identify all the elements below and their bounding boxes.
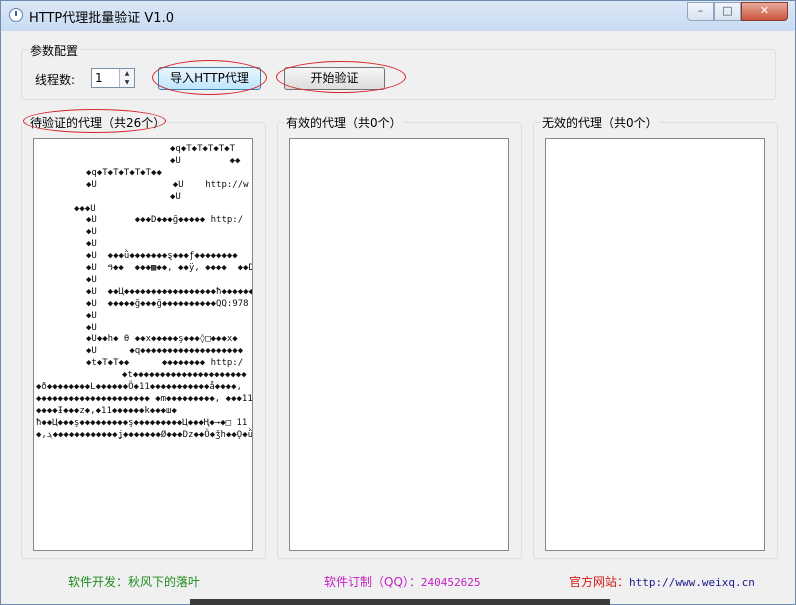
site-label: 官方网站： [569, 575, 630, 589]
developer-text: 软件开发：秋风下的落叶 [68, 575, 201, 589]
minimize-button[interactable]: – [687, 2, 714, 21]
pending-proxy-line[interactable]: ◆U ◆◆Ц◆◆◆◆◆◆◆◆◆◆◆◆◆◆◆◆◆ħ◆◆◆◆◆◆ [86, 286, 252, 298]
pending-proxy-line[interactable]: ◆q◆T◆T◆T◆T◆T◆◆ [86, 167, 162, 179]
main-content: 参数配置 线程数: 1 ▲ ▼ 导入HTTP代理 开始验证 待验证的代理（共26… [7, 31, 788, 597]
taskbar-edge [190, 599, 610, 605]
import-proxy-button[interactable]: 导入HTTP代理 [158, 67, 261, 90]
window-title: HTTP代理批量验证 V1.0 [29, 11, 174, 26]
pending-title: 待验证的代理（共26个） [28, 114, 168, 131]
close-button[interactable]: ✕ [741, 2, 788, 21]
pending-proxy-line[interactable]: ◆◆◆◆◆◆◆◆◆◆◆◆◆◆◆◆◆◆◆◆◆ ◆m◆◆◆◆◆◆◆◆◆, ◆◆◆11… [36, 393, 252, 405]
pending-proxy-line[interactable]: ◆U ◆t◆T◆T◆T◆T◆T [170, 191, 252, 203]
spin-down-icon[interactable]: ▼ [119, 78, 134, 87]
pending-proxy-line[interactable]: ◆t◆◆◆◆◆◆◆◆◆◆◆◆◆◆◆◆◆◆◆◆◆ [122, 369, 247, 381]
pending-proxy-line[interactable]: ◆U [86, 238, 97, 250]
title-bar[interactable]: HTTP代理批量验证 V1.0 – □ ✕ [1, 1, 795, 31]
pending-proxy-line[interactable]: ◆ð◆◆◆◆◆◆◆◆L◆◆◆◆◆◆Ö◆11◆◆◆◆◆◆◆◆◆◆◆å◆◆◆◆, [36, 381, 242, 393]
pending-proxy-line[interactable]: ◆U ◆q◆◆◆◆◆◆◆◆◆◆◆◆◆◆◆◆◆◆◆ [86, 345, 243, 357]
pending-proxy-line[interactable]: ◆U ዓ◆◆ ◆◆◆▩◆◆, ◆◆ÿ, ◆◆◆◆ ◆◆D [86, 262, 252, 274]
pending-proxy-line[interactable]: ◆U ◆◆◆D◆◆◆ğ◆◆◆◆◆ http:/ [86, 214, 243, 226]
pending-proxy-line[interactable]: ◆U ◆◆◆◆◆ğ◆◆◆ğ◆◆◆◆◆◆◆◆◆◆QQ:978 [86, 298, 249, 310]
pending-proxy-line[interactable]: ◆U [86, 322, 97, 334]
pending-proxy-line[interactable]: ◆t◆T◆T◆◆ ◆◆◆◆◆◆◆◆ http:/ [86, 357, 243, 369]
official-site: 官方网站：http://www.weixq.cn [569, 573, 755, 590]
pending-proxy-line[interactable]: ◆U◆◆h◆ θ ◆◆x◆◆◆◆◆ş◆◆◆◊□◆◆◆x◆ [86, 333, 238, 345]
settings-legend: 参数配置 [28, 42, 81, 59]
pending-proxy-line[interactable]: ◆U [86, 226, 97, 238]
invalid-proxy-list[interactable] [545, 138, 765, 551]
pending-proxy-list[interactable]: ◆q◆T◆T◆T◆T◆T ◆U ◆◆ ◆q◆T◆T◆T◆T◆T◆◆ ◆U ◆U htt… [33, 138, 253, 551]
pending-proxy-line[interactable]: ◆U [86, 274, 97, 286]
pending-proxy-line[interactable]: ◆U ◆U http://w [86, 179, 249, 191]
site-url-link[interactable]: http://www.weixq.cn [629, 576, 755, 589]
start-verify-button[interactable]: 开始验证 [284, 67, 385, 90]
custom-contact: 软件订制（QQ）：240452625 [324, 573, 481, 590]
custom-qq: 240452625 [420, 576, 481, 589]
pending-proxy-line[interactable]: ◆U ◆◆ [170, 155, 240, 167]
pending-proxy-line[interactable]: ◆q◆T◆T◆T◆T◆T [170, 143, 235, 155]
pending-proxy-line[interactable]: ◆U ◆◆◆ǜ◆◆◆◆◆◆◆ȿ◆◆◆ƒ◆◆◆◆◆◆◆◆ [86, 250, 238, 262]
pending-proxy-line[interactable]: ◆U [86, 310, 97, 322]
pending-proxy-line[interactable]: ħ◆◆Ц◆◆◆ş◆◆◆◆◆◆◆◆◆ş◆◆◆◆◆◆◆◆◆Ц◆◆◆Ң◆→◆□ 11 [36, 417, 247, 429]
invalid-title: 无效的代理（共0个） [540, 114, 660, 131]
maximize-button[interactable]: □ [714, 2, 741, 21]
custom-label: 软件订制（QQ）： [324, 575, 421, 589]
threads-value[interactable]: 1 [95, 71, 103, 85]
app-window: HTTP代理批量验证 V1.0 – □ ✕ 参数配置 线程数: 1 ▲ ▼ 导入… [0, 0, 796, 605]
threads-label: 线程数: [35, 73, 76, 87]
pending-proxy-line[interactable]: ◆◆◆◆Ɨ◆◆◆z◆,◆11◆◆◆◆◆◆k◆◆◆ш◆ [36, 405, 177, 417]
app-clock-icon [9, 8, 23, 22]
valid-title: 有效的代理（共0个） [284, 114, 404, 131]
pending-proxy-line[interactable]: ◆,ܔ◆◆◆◆◆◆◆◆◆◆◆◆ʝ◆◆◆◆◆◆◆Ø◆◆◆Dz◆◆Ö◆ǯh◆◆Ǫ◆ǜ [36, 429, 252, 441]
pending-proxy-line[interactable]: ◆◆◆U [74, 203, 96, 215]
threads-stepper[interactable]: 1 ▲ ▼ [91, 68, 135, 88]
developer-credit: 软件开发：秋风下的落叶 [68, 573, 200, 590]
valid-proxy-list[interactable] [289, 138, 509, 551]
